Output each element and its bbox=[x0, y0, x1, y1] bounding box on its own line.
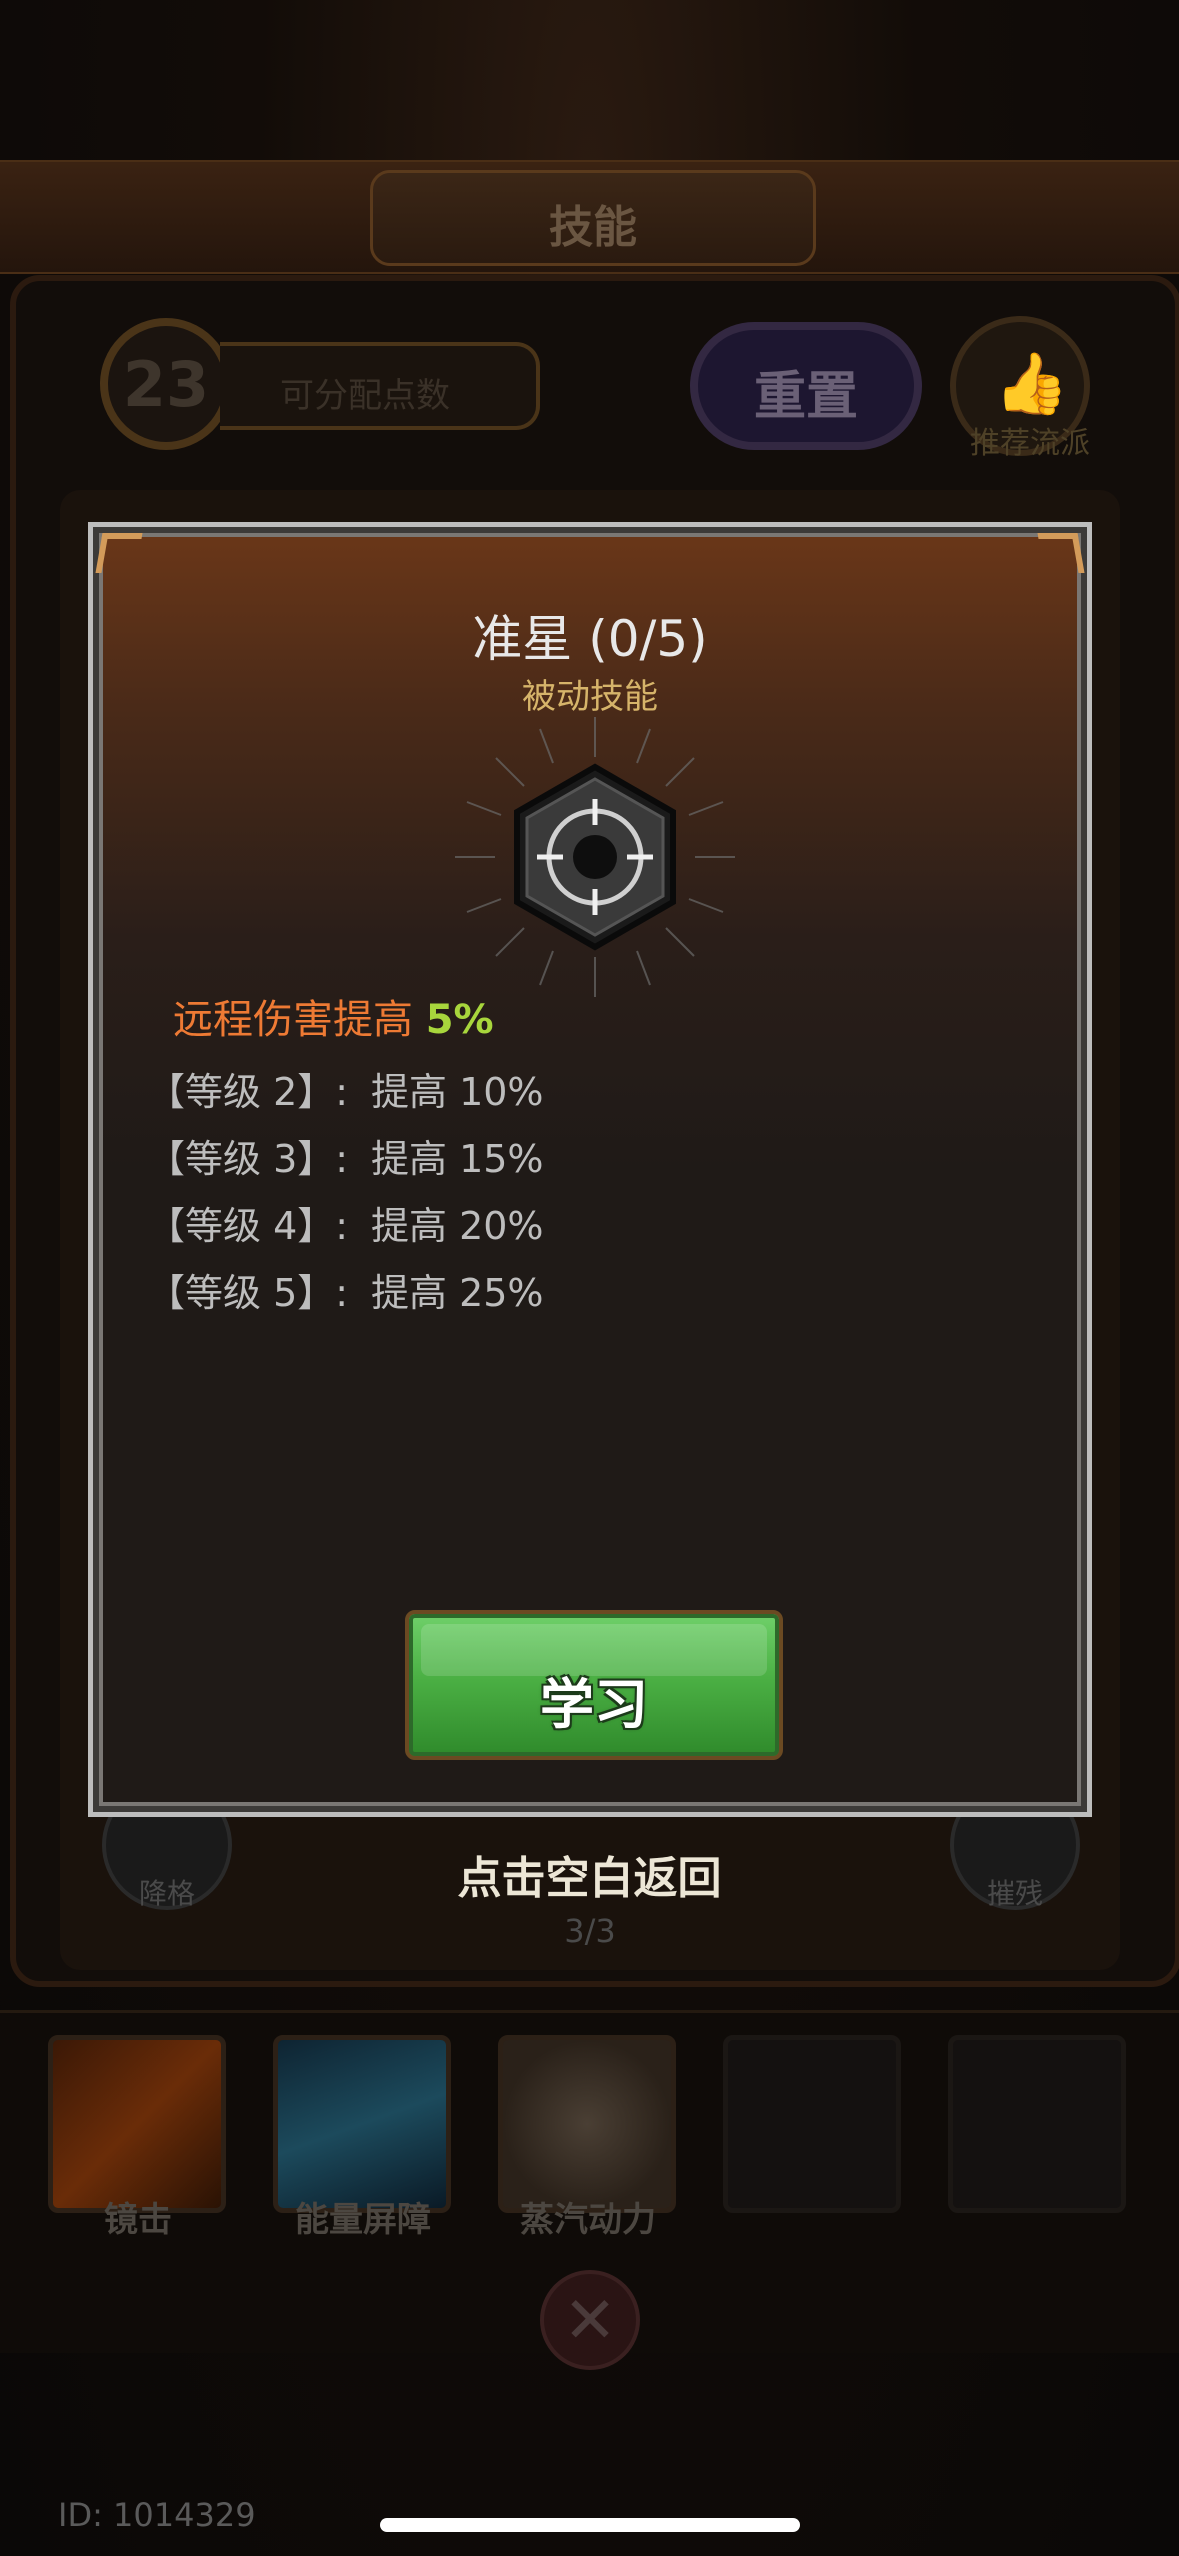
level-effect: 提高 10% bbox=[371, 1070, 544, 1114]
skill-points-value: 23 bbox=[122, 348, 210, 421]
skill-points-bar: 可分配点数 bbox=[220, 342, 540, 430]
user-id: ID: 1014329 bbox=[58, 2496, 256, 2534]
corner-ornament bbox=[1037, 533, 1085, 573]
skill-slot-3[interactable] bbox=[498, 2035, 676, 2213]
skill-main-effect: 远程伤害提高 5% bbox=[173, 987, 494, 1045]
reset-button[interactable]: 重置 bbox=[690, 322, 922, 450]
skill-slot-label: 镜击 bbox=[104, 2200, 172, 2240]
skill-slot-label: 蒸汽动力 bbox=[520, 2200, 656, 2240]
effect-value: 5% bbox=[425, 997, 494, 1043]
skill-slot-4[interactable] bbox=[723, 2035, 901, 2213]
skill-slot-label: 能量屏障 bbox=[295, 2200, 431, 2240]
thumbs-up-icon: 👍 bbox=[994, 349, 1069, 419]
recommend-build-label: 推荐流派 bbox=[970, 426, 1090, 461]
skill-slot-1[interactable] bbox=[48, 2035, 226, 2213]
skill-detail-modal: 准星 (0/5) 被动技能 远程伤害提高 5% 【等级 2】: 提高 10% 【… bbox=[88, 522, 1092, 1817]
level-label: 【等级 2】: bbox=[147, 1070, 349, 1114]
crosshair-hexagon-icon bbox=[445, 707, 745, 1007]
learn-button[interactable]: 学习 bbox=[405, 1610, 783, 1760]
skill-title: 准星 (0/5) bbox=[472, 610, 708, 668]
home-indicator bbox=[380, 2518, 800, 2532]
level-label: 【等级 3】: bbox=[147, 1137, 349, 1181]
header-title: 技能 bbox=[549, 202, 637, 253]
level-row: 【等级 5】: 提高 25% bbox=[147, 1262, 544, 1317]
level-effect: 提高 20% bbox=[371, 1204, 544, 1248]
skill-slot-5[interactable] bbox=[948, 2035, 1126, 2213]
corner-ornament bbox=[95, 533, 143, 573]
reset-button-label: 重置 bbox=[753, 367, 858, 427]
skill-points-circle: 23 bbox=[100, 318, 232, 450]
effect-label: 远程伤害提高 bbox=[173, 997, 413, 1043]
level-row: 【等级 3】: 提高 15% bbox=[147, 1128, 544, 1183]
level-effect: 提高 15% bbox=[371, 1137, 544, 1181]
level-row: 【等级 2】: 提高 10% bbox=[147, 1061, 544, 1116]
level-label: 【等级 4】: bbox=[147, 1204, 349, 1248]
header-title-plate: 技能 bbox=[370, 170, 816, 266]
skill-points-label: 可分配点数 bbox=[280, 376, 450, 416]
tap-to-return-hint: 点击空白返回 bbox=[457, 1853, 722, 1904]
skill-slot-2[interactable] bbox=[273, 2035, 451, 2213]
close-icon: ✕ bbox=[563, 2284, 617, 2358]
close-button[interactable]: ✕ bbox=[540, 2270, 640, 2370]
level-effect: 提高 25% bbox=[371, 1271, 544, 1315]
level-label: 【等级 5】: bbox=[147, 1271, 349, 1315]
skill-node-count: 3/3 bbox=[564, 1912, 616, 1950]
level-row: 【等级 4】: 提高 20% bbox=[147, 1195, 544, 1250]
learn-button-label: 学习 bbox=[540, 1673, 648, 1736]
